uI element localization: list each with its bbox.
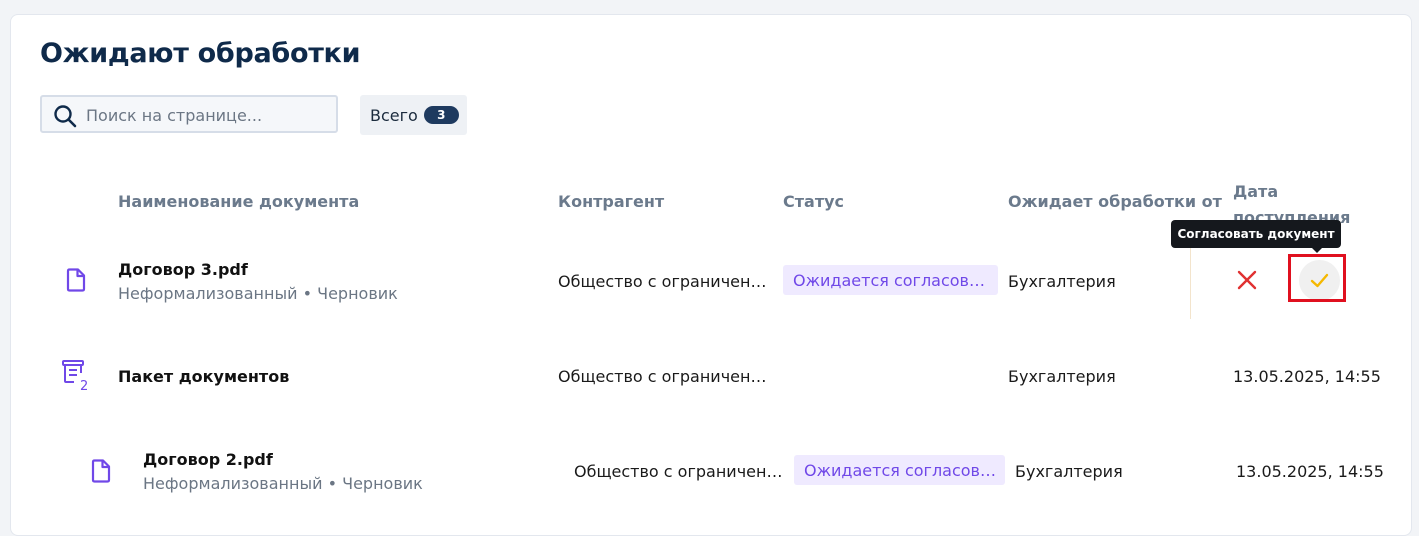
counterparty-cell: Общество с ограничен… [558, 367, 767, 386]
status-badge: Ожидается согласов… [794, 455, 1005, 485]
package-icon: 2 [60, 359, 94, 397]
document-name[interactable]: Договор 2.pdf [143, 450, 273, 469]
page-title: Ожидают обработки [40, 38, 361, 69]
column-header-counterparty[interactable]: Контрагент [558, 192, 664, 211]
counterparty-cell: Общество с ограничен… [574, 462, 783, 481]
column-header-status[interactable]: Статус [783, 192, 844, 211]
column-header-name[interactable]: Наименование документа [118, 192, 359, 211]
search-input[interactable] [86, 103, 326, 127]
document-subtitle: Неформализованный • Черновик [118, 284, 398, 303]
document-subtitle: Неформализованный • Черновик [143, 474, 423, 493]
date-cell: 13.05.2025, 14:55 [1236, 462, 1384, 481]
awaiting-cell: Бухгалтерия [1008, 367, 1116, 386]
actions-divider [1190, 243, 1191, 319]
awaiting-cell: Бухгалтерия [1015, 462, 1123, 481]
total-label: Всего [370, 105, 418, 125]
counterparty-cell: Общество с ограничен… [558, 272, 767, 291]
file-icon [91, 459, 111, 487]
reject-button[interactable] [1230, 263, 1264, 297]
file-icon [66, 268, 86, 296]
package-count: 2 [80, 379, 88, 393]
date-cell: 13.05.2025, 14:55 [1233, 367, 1381, 386]
search-icon [53, 104, 77, 128]
column-header-awaiting[interactable]: Ожидает обработки от [1008, 192, 1222, 211]
total-count-badge: 3 [423, 106, 459, 124]
document-name[interactable]: Договор 3.pdf [118, 260, 248, 279]
package-name[interactable]: Пакет документов [118, 367, 289, 386]
close-icon [1237, 270, 1257, 290]
approve-button-highlight [1288, 254, 1346, 302]
search-box[interactable] [40, 95, 338, 133]
approve-tooltip: Согласовать документ [1171, 220, 1341, 253]
awaiting-cell: Бухгалтерия [1008, 272, 1116, 291]
status-badge: Ожидается согласов… [783, 265, 998, 295]
total-counter: Всего 3 [360, 95, 467, 135]
